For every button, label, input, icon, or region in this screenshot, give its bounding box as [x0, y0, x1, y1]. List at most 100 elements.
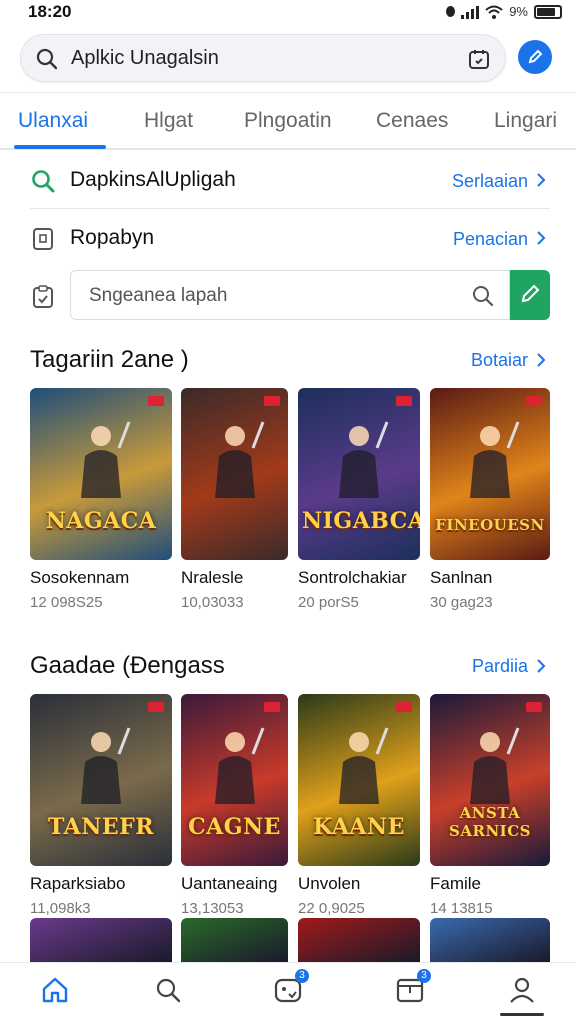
search-icon[interactable]	[471, 284, 495, 308]
game-cover-title: NAGACA	[45, 508, 157, 534]
row-dapkins[interactable]: DapkinsAlUpligah Serlaaian	[30, 152, 550, 208]
game-cover-image: CAGNE	[181, 694, 288, 866]
game-card[interactable]: CAGNE Uantaneaing 13,13053	[181, 694, 288, 917]
game-cover-image: KAANE	[298, 694, 420, 866]
filter-placeholder: Sngeanea lapah	[89, 285, 228, 306]
game-cover-title: KAANE	[313, 814, 405, 840]
rating-badge	[264, 396, 280, 406]
search-input[interactable]: Aplkic Unagalsin	[71, 47, 219, 70]
pencil-icon	[521, 284, 540, 303]
game-name: Nralesle	[181, 568, 244, 587]
game-meta: 30 gag23	[430, 594, 493, 611]
pencil-icon	[528, 49, 543, 64]
game-name: Sanlnan	[430, 568, 493, 587]
game-cover-title: TANEFR	[47, 814, 155, 840]
hero-figure-icon	[339, 727, 389, 804]
active-tab-indicator	[14, 145, 106, 149]
clipboard-icon	[33, 285, 53, 308]
game-name: Sosokennam	[30, 568, 130, 587]
home-indicator	[500, 1013, 544, 1016]
row-ropabyn[interactable]: Ropabyn Penacian	[30, 210, 550, 266]
rating-badge	[396, 702, 412, 712]
section-see-all-link[interactable]: Pardiia	[472, 656, 528, 677]
signal-icon	[461, 5, 480, 19]
library-tab[interactable]: 3	[395, 969, 431, 1005]
game-card[interactable]: TANEFR Raparksiabo 11,098k3	[30, 694, 172, 917]
game-name: Uantaneaing	[181, 874, 278, 893]
tab-lingari[interactable]: Lingari	[494, 109, 557, 133]
status-icons: 9%	[446, 4, 562, 19]
camera-dot-icon	[446, 6, 456, 17]
tab-plngoatin[interactable]: Plngoatin	[244, 109, 332, 133]
game-meta: 22 0,9025	[298, 900, 365, 917]
game-cover-image[interactable]	[298, 918, 420, 962]
filter-input[interactable]: Sngeanea lapah	[70, 270, 510, 320]
chevron-right-icon	[537, 231, 546, 245]
tab-ulanxai[interactable]: Ulanxai	[18, 109, 88, 133]
compose-button[interactable]	[518, 40, 552, 74]
section-title: Gaadae (Đengass	[30, 652, 225, 679]
chevron-right-icon	[537, 353, 546, 367]
game-cover-image: ANSTA SARNICS	[430, 694, 550, 866]
game-cover-title: CAGNE	[188, 814, 281, 840]
tablet-icon	[33, 228, 53, 250]
hero-figure-icon	[214, 727, 264, 804]
game-cover-image: NIGABCA	[298, 388, 420, 560]
game-meta: 11,098k3	[30, 900, 91, 917]
game-cover-image	[181, 388, 288, 560]
wifi-icon	[485, 5, 503, 19]
game-cover-title: NIGABCA	[302, 508, 420, 534]
game-card[interactable]: Nralesle 10,03033	[181, 388, 288, 611]
game-cover-image: NAGACA	[30, 388, 172, 560]
divider	[30, 208, 550, 209]
row-title: DapkinsAlUpligah	[70, 168, 236, 191]
search-icon[interactable]	[153, 975, 183, 1005]
chevron-right-icon	[537, 173, 546, 187]
rating-badge	[526, 702, 542, 712]
section-header: Tagariin 2ane ) Botaiar	[30, 342, 550, 378]
search-bar[interactable]: Aplkic Unagalsin	[20, 34, 506, 82]
game-meta: 10,03033	[181, 594, 244, 611]
hero-figure-icon	[339, 421, 389, 498]
rating-badge	[396, 396, 412, 406]
status-time: 18:20	[28, 2, 72, 21]
bottom-navigation: 3 3	[0, 962, 576, 1024]
game-card[interactable]: NAGACA Sosokennam 12 098S25	[30, 388, 172, 611]
calendar-icon[interactable]	[467, 47, 491, 71]
tab-bar: Ulanxai Hlgat Plngoatin Cenaes Lingari	[0, 92, 576, 150]
row-link[interactable]: Penacian	[453, 229, 528, 250]
game-cover-image[interactable]	[430, 918, 550, 962]
game-card[interactable]: FINEOUESN Sanlnan 30 gag23	[430, 388, 550, 611]
home-icon[interactable]	[40, 975, 70, 1005]
rating-badge	[526, 396, 542, 406]
filter-row: Sngeanea lapah	[30, 270, 550, 322]
game-cover-image[interactable]	[30, 918, 172, 962]
search-icon	[36, 48, 58, 70]
game-meta: 13,13053	[181, 900, 244, 917]
game-meta: 12 098S25	[30, 594, 103, 611]
edit-filter-button[interactable]	[510, 270, 550, 320]
game-cover-image[interactable]	[181, 918, 288, 962]
game-card[interactable]: KAANE Unvolen 22 0,9025	[298, 694, 420, 917]
section-see-all-link[interactable]: Botaiar	[471, 350, 528, 371]
game-cover-image: TANEFR	[30, 694, 172, 866]
status-bar: 18:20 9%	[0, 0, 576, 26]
hero-figure-icon	[214, 421, 264, 498]
chevron-right-icon	[537, 659, 546, 673]
tab-cenaes[interactable]: Cenaes	[376, 109, 448, 133]
tab-hlgat[interactable]: Hlgat	[144, 109, 193, 133]
game-card[interactable]: ANSTA SARNICS Famile 14 13815	[430, 694, 550, 917]
rating-badge	[148, 396, 164, 406]
game-cover-title: ANSTA SARNICS	[449, 804, 531, 840]
game-cover-title: FINEOUESN	[435, 516, 545, 534]
row-title: Ropabyn	[70, 226, 155, 249]
games-tab[interactable]: 3	[273, 969, 309, 1005]
game-name: Raparksiabo	[30, 874, 126, 893]
profile-icon[interactable]	[507, 975, 537, 1005]
row-link[interactable]: Serlaaian	[452, 171, 528, 192]
rating-badge	[264, 702, 280, 712]
section-header: Gaadae (Đengass Pardiia	[30, 648, 550, 684]
game-card[interactable]: NIGABCA Sontrolchakiar 20 porS5	[298, 388, 420, 611]
game-meta: 20 porS5	[298, 594, 359, 611]
hero-figure-icon	[81, 727, 131, 804]
